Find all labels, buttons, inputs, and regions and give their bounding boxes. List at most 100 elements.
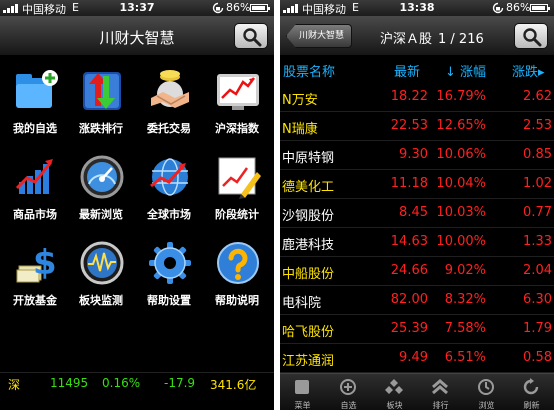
table-row[interactable]: 沙钢股份 8.45 10.03% 0.77 — [280, 199, 554, 228]
tile-label: 开放基金 — [13, 294, 57, 307]
tab-refresh[interactable]: 刷新 — [509, 374, 554, 410]
tile-label: 商品市场 — [13, 208, 57, 221]
header-price[interactable]: 最新 — [394, 61, 420, 80]
back-button[interactable]: 川财大智慧 — [286, 24, 352, 48]
stock-change-pct: 10.04% — [436, 176, 486, 191]
page-indicator: 1 / 216 — [438, 32, 484, 47]
status-bar: 中国移动 E 13:38 86% — [280, 0, 554, 16]
tab-label: 刷新 — [523, 401, 540, 410]
nav-bar: 川财大智慧 沪深Ａ股 1 / 216 — [280, 16, 554, 56]
header-name[interactable]: 股票名称 — [283, 61, 335, 80]
tile-help[interactable]: 帮助说明 — [204, 240, 270, 316]
search-icon — [523, 28, 542, 47]
stock-name: 德美化工 — [282, 180, 335, 195]
ticker-change: -17.9 — [164, 376, 196, 390]
tile-label: 我的自选 — [13, 122, 57, 135]
stock-name: 中原特钢 — [282, 151, 335, 166]
tab-watchlist[interactable]: 自选 — [326, 374, 371, 410]
table-row[interactable]: 江苏通润 9.49 6.51% 0.58 — [280, 344, 554, 373]
stock-name: 哈飞股份 — [282, 325, 335, 340]
tab-rankings[interactable]: 排行 — [418, 374, 463, 410]
tab-label: 浏览 — [478, 401, 495, 410]
tab-label: 排行 — [432, 401, 449, 410]
tile-label: 全球市场 — [147, 208, 191, 221]
stock-price: 8.45 — [399, 205, 428, 220]
stock-price: 22.53 — [390, 118, 428, 133]
tab-sectors[interactable]: 板块 — [372, 374, 417, 410]
stock-change-pct: 10.06% — [436, 147, 486, 162]
stock-change: 1.33 — [523, 234, 552, 249]
stock-price: 14.63 — [390, 234, 428, 249]
monitor-wave-icon — [80, 241, 124, 285]
table-row[interactable]: 鹿港科技 14.63 10.00% 1.33 — [280, 228, 554, 257]
stock-change-pct: 10.03% — [436, 205, 486, 220]
rotation-lock-icon — [212, 2, 224, 14]
search-button[interactable] — [234, 23, 268, 49]
header-change-pct[interactable]: ↓ 涨幅 — [430, 61, 486, 80]
stock-price: 9.49 — [399, 350, 428, 365]
table-row[interactable]: 哈飞股份 25.39 7.58% 1.79 — [280, 315, 554, 344]
tile-settings[interactable]: 帮助设置 — [136, 240, 202, 316]
ticker-volume: 341.6亿 — [210, 378, 257, 392]
stock-name: 鹿港科技 — [282, 238, 335, 253]
tab-label: 板块 — [386, 401, 403, 410]
tile-recent[interactable]: 最新浏览 — [68, 154, 134, 230]
clock-icon — [478, 379, 494, 395]
stock-change: 2.04 — [523, 263, 552, 278]
table-row[interactable]: N万安 18.22 16.79% 2.62 — [280, 83, 554, 112]
stock-price: 9.30 — [399, 147, 428, 162]
tile-label: 沪深指数 — [215, 122, 259, 135]
nav-bar: 川财大智慧 — [0, 16, 274, 56]
tile-global[interactable]: 全球市场 — [136, 154, 202, 230]
table-header: 股票名称 最新 ↓ 涨幅 涨跌▸ — [280, 57, 554, 83]
tile-label: 委托交易 — [147, 122, 191, 135]
up-down-arrows-icon — [83, 72, 121, 110]
stock-price: 11.18 — [390, 176, 428, 191]
stock-name: 电科院 — [282, 296, 322, 311]
table-row[interactable]: 中原特钢 9.30 10.06% 0.85 — [280, 141, 554, 170]
blocks-icon — [385, 379, 403, 394]
tile-index[interactable]: 沪深指数 — [204, 68, 270, 144]
refresh-icon — [523, 378, 539, 395]
tab-menu[interactable]: 菜单 — [280, 374, 325, 410]
table-row[interactable]: 电科院 82.00 8.32% 6.30 — [280, 286, 554, 315]
tile-funds[interactable]: $ 开放基金 — [2, 240, 68, 316]
tile-commodities[interactable]: 商品市场 — [2, 154, 68, 230]
tile-rankings[interactable]: 涨跌排行 — [68, 68, 134, 144]
table-row[interactable]: 德美化工 11.18 10.04% 1.02 — [280, 170, 554, 199]
add-circle-icon — [340, 379, 356, 395]
gear-icon — [149, 242, 191, 284]
stock-price: 18.22 — [390, 89, 428, 104]
ticker-change-pct: 0.16% — [102, 376, 141, 390]
header-change[interactable]: 涨跌▸ — [512, 61, 545, 80]
search-button[interactable] — [514, 23, 548, 49]
stock-change-pct: 7.58% — [444, 321, 486, 336]
stock-price: 24.66 — [390, 263, 428, 278]
tab-bar: 菜单 自选 板块 排行 浏览 刷新 — [280, 373, 554, 410]
stock-name: 中船股份 — [282, 267, 335, 282]
pencil-chart-icon — [218, 157, 261, 199]
tile-label: 最新浏览 — [79, 208, 123, 221]
ticker-market: 深 — [8, 378, 21, 392]
tile-trading[interactable]: 委托交易 — [136, 68, 202, 144]
tile-my-watchlist[interactable]: 我的自选 — [2, 68, 68, 144]
index-ticker[interactable]: 深 11495 0.16% -17.9 341.6亿 — [0, 372, 274, 394]
bar-growth-icon — [15, 159, 53, 194]
tab-browse[interactable]: 浏览 — [464, 374, 509, 410]
table-row[interactable]: N瑞康 22.53 12.65% 2.53 — [280, 112, 554, 141]
stock-change-pct: 12.65% — [436, 118, 486, 133]
tile-sector-monitor[interactable]: 板块监测 — [68, 240, 134, 316]
tile-stats[interactable]: 阶段统计 — [204, 154, 270, 230]
battery-icon — [530, 4, 550, 12]
tile-label: 板块监测 — [79, 294, 123, 307]
tab-label: 自选 — [340, 401, 357, 410]
folder-plus-icon — [16, 70, 58, 108]
tab-label: 菜单 — [294, 401, 311, 410]
table-row[interactable]: 中船股份 24.66 9.02% 2.04 — [280, 257, 554, 286]
tile-label: 帮助说明 — [215, 294, 259, 307]
stock-change-pct: 16.79% — [436, 89, 486, 104]
stock-change: 0.58 — [523, 350, 552, 365]
page-title: 沪深Ａ股 1 / 216 — [380, 28, 484, 47]
ticker-index: 11495 — [50, 376, 89, 390]
stock-change: 2.62 — [523, 89, 552, 104]
